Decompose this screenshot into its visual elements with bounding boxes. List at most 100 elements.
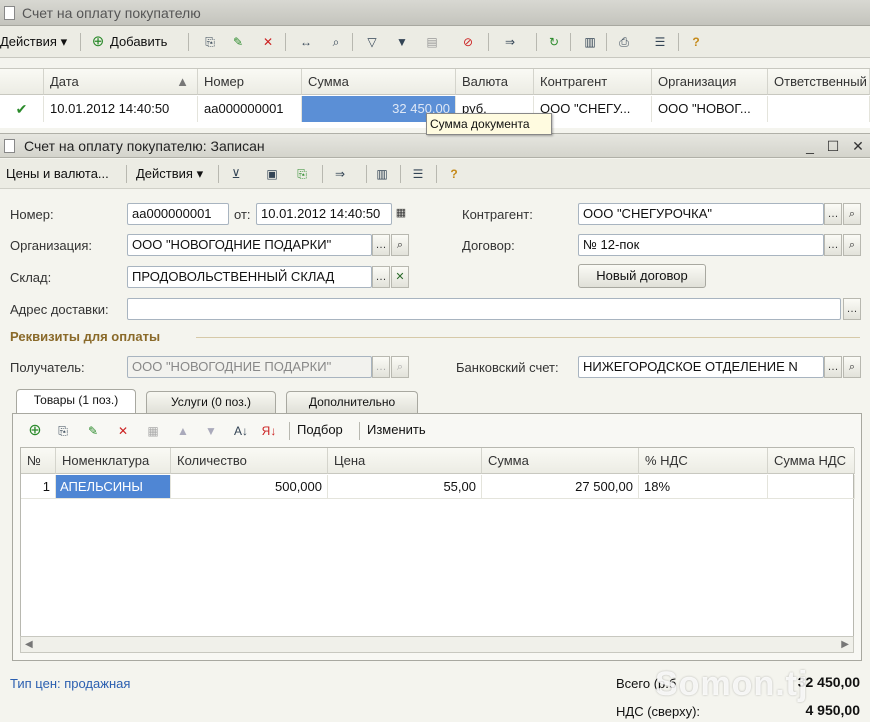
column-header-vat-sum[interactable]: Сумма НДС [768, 448, 855, 474]
column-header-responsible[interactable]: Ответственный [768, 69, 870, 95]
help-icon[interactable]: ? [686, 33, 706, 51]
find-icon[interactable]: ⌕ [326, 33, 346, 51]
form-help-icon[interactable]: ? [444, 165, 464, 183]
copy-icon[interactable]: ⎘ [200, 33, 220, 51]
delete-icon[interactable]: ✕ [258, 33, 278, 51]
column-header-qty[interactable]: Количество [171, 448, 328, 474]
save-icon[interactable]: ▣ [262, 165, 282, 183]
filter-value-icon[interactable]: ▼ [392, 33, 412, 51]
row-number[interactable]: аа000000001 [198, 96, 302, 122]
sort-asc-icon[interactable]: A↓ [231, 422, 251, 440]
goods-row-item[interactable]: АПЕЛЬСИНЫ [56, 475, 171, 499]
tab-additional[interactable]: Дополнительно [286, 391, 418, 413]
form-actions-menu[interactable]: Действия ▾ [136, 159, 203, 189]
select-button[interactable]: Подбор [297, 418, 343, 442]
edit-icon[interactable]: ✎ [228, 33, 248, 51]
counterparty-field[interactable]: ООО "СНЕГУРОЧКА" [578, 203, 824, 225]
warehouse-field[interactable]: ПРОДОВОЛЬСТВЕННЫЙ СКЛАД [127, 266, 372, 288]
delete-row-icon[interactable]: ✕ [113, 422, 133, 440]
actions-menu[interactable]: Действия ▾ [0, 26, 67, 58]
row-date[interactable]: 10.01.2012 14:40:50 [44, 96, 198, 122]
bank-account-select-button[interactable]: … [824, 356, 842, 378]
column-header-vat[interactable]: % НДС [639, 448, 768, 474]
goods-row-sum[interactable]: 27 500,00 [482, 475, 639, 499]
row-organization[interactable]: ООО "НОВОГ... [652, 96, 768, 122]
close-icon[interactable]: ✕ [850, 138, 866, 154]
filter-icon[interactable]: ▽ [362, 33, 382, 51]
column-header-n[interactable]: № [21, 448, 56, 474]
recipient-field[interactable]: ООО "НОВОГОДНИЕ ПОДАРКИ" [127, 356, 372, 378]
goods-row-price[interactable]: 55,00 [328, 475, 482, 499]
price-type-link[interactable]: Тип цен: продажная [10, 676, 130, 691]
add-row-icon[interactable]: ⊕ [25, 422, 45, 440]
prices-currency-button[interactable]: Цены и валюта... [6, 159, 109, 189]
add-button[interactable]: Добавить [110, 26, 167, 58]
goods-row-vat[interactable]: 18% [639, 475, 768, 499]
column-header-counterparty[interactable]: Контрагент [534, 69, 652, 95]
address-field[interactable] [127, 298, 841, 320]
organization-open-icon[interactable]: ⌕ [391, 234, 409, 256]
column-header-number[interactable]: Номер [198, 69, 302, 95]
filter-history-icon[interactable]: ▤ [422, 33, 442, 51]
goods-row-n[interactable]: 1 [21, 475, 56, 499]
goods-horizontal-scrollbar[interactable]: ◀ ▶ [20, 636, 854, 653]
edit-row-icon[interactable]: ✎ [83, 422, 103, 440]
maximize-icon[interactable]: ☐ [825, 138, 841, 154]
warehouse-clear-icon[interactable]: ✕ [391, 266, 409, 288]
print-icon[interactable]: ⎙ [614, 33, 634, 51]
organization-field[interactable]: ООО "НОВОГОДНИЕ ПОДАРКИ" [127, 234, 372, 256]
column-header-organization[interactable]: Организация [652, 69, 768, 95]
number-field[interactable]: аа000000001 [127, 203, 229, 225]
move-up-icon[interactable]: ▲ [173, 422, 193, 440]
minimize-icon[interactable]: _ [802, 138, 818, 154]
list-settings-icon[interactable]: ☰ [650, 33, 670, 51]
contract-select-button[interactable]: … [824, 234, 842, 256]
goods-row-qty[interactable]: 500,000 [171, 475, 328, 499]
column-header-sum[interactable]: Сумма [482, 448, 639, 474]
sort-desc-icon[interactable]: Я↓ [259, 422, 279, 440]
based-on-icon[interactable]: ⇒ [500, 33, 520, 51]
new-contract-button[interactable]: Новый договор [578, 264, 706, 288]
contract-open-icon[interactable]: ⌕ [843, 234, 861, 256]
toolbar-separator [400, 165, 401, 183]
counterparty-open-icon[interactable]: ⌕ [843, 203, 861, 225]
journal-icon[interactable]: ▥ [580, 33, 600, 51]
bank-account-open-icon[interactable]: ⌕ [843, 356, 861, 378]
warehouse-select-button[interactable]: … [372, 266, 390, 288]
column-header-date[interactable]: Дата ▲ [44, 69, 198, 95]
based-on-form-icon[interactable]: ⇒ [330, 165, 350, 183]
organization-select-button[interactable]: … [372, 234, 390, 256]
counterparty-select-button[interactable]: … [824, 203, 842, 225]
recipient-open-icon[interactable]: ⌕ [391, 356, 409, 378]
form-journal-icon[interactable]: ▥ [372, 165, 392, 183]
move-down-icon[interactable]: ▼ [201, 422, 221, 440]
date-field[interactable]: 10.01.2012 14:40:50 [256, 203, 392, 225]
column-header-sum[interactable]: Сумма [302, 69, 456, 95]
scroll-left-icon[interactable]: ◀ [25, 637, 33, 652]
calendar-icon[interactable]: ▦ [392, 203, 410, 225]
column-header-price[interactable]: Цена [328, 448, 482, 474]
tab-services[interactable]: Услуги (0 поз.) [146, 391, 276, 413]
form-settings-icon[interactable]: ☰ [408, 165, 428, 183]
posted-document-icon[interactable]: ✔ [0, 96, 44, 122]
goods-row-vat-sum[interactable] [768, 475, 855, 499]
warehouse-label: Склад: [10, 270, 52, 285]
column-header-item[interactable]: Номенклатура [56, 448, 171, 474]
post-icon[interactable]: ⎘ [292, 165, 312, 183]
end-edit-icon[interactable]: ▦ [143, 422, 163, 440]
post-and-close-icon[interactable]: ⊻ [226, 165, 246, 183]
refresh-icon[interactable]: ↻ [544, 33, 564, 51]
change-button[interactable]: Изменить [367, 418, 426, 442]
bank-account-field[interactable]: НИЖЕГОРОДСКОЕ ОТДЕЛЕНИЕ N [578, 356, 824, 378]
move-icon[interactable]: ↔ [296, 33, 316, 51]
recipient-select-button[interactable]: … [372, 356, 390, 378]
scroll-right-icon[interactable]: ▶ [841, 637, 849, 652]
tab-goods[interactable]: Товары (1 поз.) [16, 389, 136, 414]
contract-field[interactable]: № 12-пок [578, 234, 824, 256]
address-select-button[interactable]: … [843, 298, 861, 320]
column-header-icon[interactable] [0, 69, 44, 95]
clear-filter-icon[interactable]: ⊘ [458, 33, 478, 51]
copy-row-icon[interactable]: ⎘ [53, 422, 73, 440]
column-header-currency[interactable]: Валюта [456, 69, 534, 95]
row-responsible[interactable] [768, 96, 870, 122]
